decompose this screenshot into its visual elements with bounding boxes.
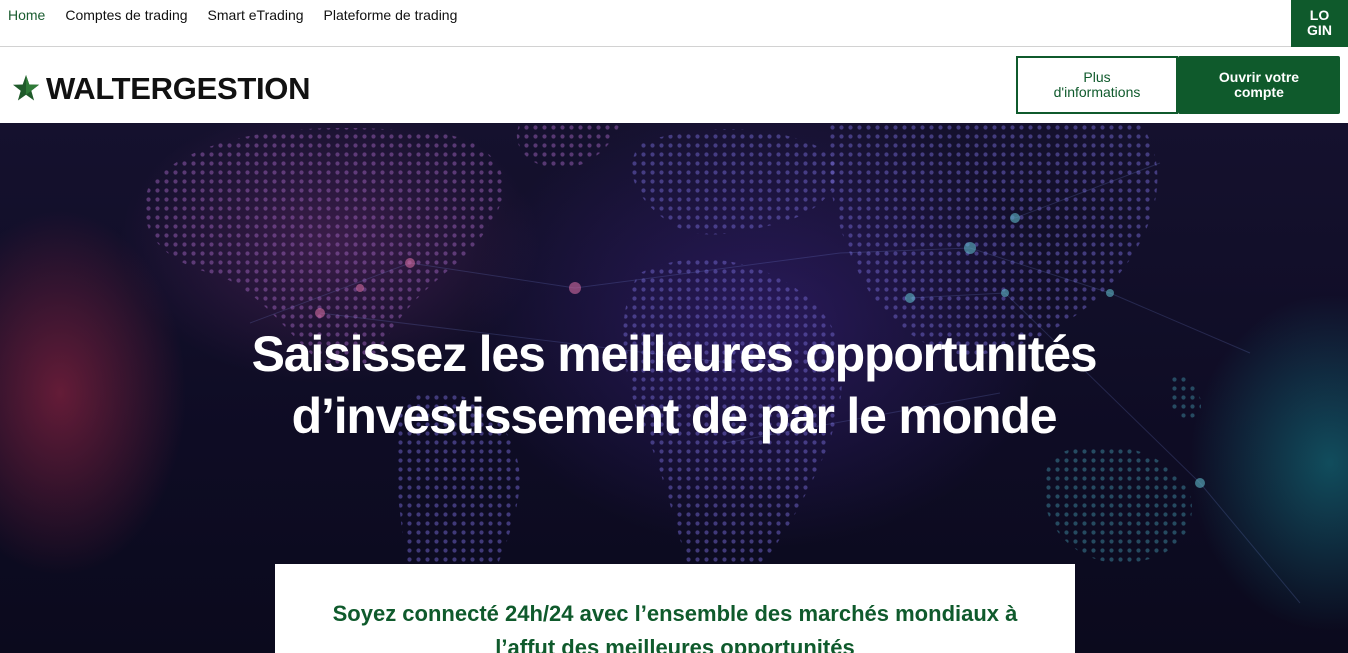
hero-section: Saisissez les meilleures opportunités d’… <box>0 123 1348 653</box>
hero-card-text: Soyez connecté 24h/24 avec l’ensemble de… <box>275 597 1075 653</box>
hero-card-text-line1: Soyez connecté 24h/24 avec l’ensemble de… <box>332 601 1018 626</box>
login-button-label-line2: GIN <box>1307 22 1332 38</box>
more-info-button-label-line2: d'informations <box>1053 84 1141 100</box>
hero-headline-line1: Saisissez les meilleures opportunités <box>251 326 1098 382</box>
nav-link-smart-etrading[interactable]: Smart eTrading <box>198 7 314 23</box>
site-header: WALTERGESTION Plus d'informations Ouvrir… <box>0 48 1348 123</box>
hero-card-text-line2: l’affut des meilleures opportunités <box>495 635 855 653</box>
open-account-button[interactable]: Ouvrir votre compte <box>1178 56 1340 114</box>
top-nav-links: Home Comptes de trading Smart eTrading P… <box>0 0 467 30</box>
open-account-button-label-line2: compte <box>1234 84 1284 100</box>
more-info-button-label-line1: Plus <box>1083 69 1111 85</box>
brand-name: WALTERGESTION <box>46 71 311 106</box>
top-navigation: Home Comptes de trading Smart eTrading P… <box>0 0 1348 47</box>
hero-info-card: Soyez connecté 24h/24 avec l’ensemble de… <box>275 564 1075 653</box>
more-info-button[interactable]: Plus d'informations <box>1016 56 1178 114</box>
star-icon <box>13 75 39 101</box>
open-account-button-label-line1: Ouvrir votre <box>1218 69 1300 85</box>
login-button[interactable]: LO GIN <box>1291 0 1348 47</box>
nav-link-home[interactable]: Home <box>0 7 55 23</box>
nav-link-plateforme-de-trading[interactable]: Plateforme de trading <box>314 7 468 23</box>
login-button-label-line1: LO <box>1309 7 1330 23</box>
nav-link-comptes-de-trading[interactable]: Comptes de trading <box>55 7 197 23</box>
hero-headline: Saisissez les meilleures opportunités d’… <box>0 323 1348 447</box>
site-logo[interactable]: WALTERGESTION <box>12 71 310 107</box>
hero-headline-line2: d’investissement de par le monde <box>291 388 1058 444</box>
